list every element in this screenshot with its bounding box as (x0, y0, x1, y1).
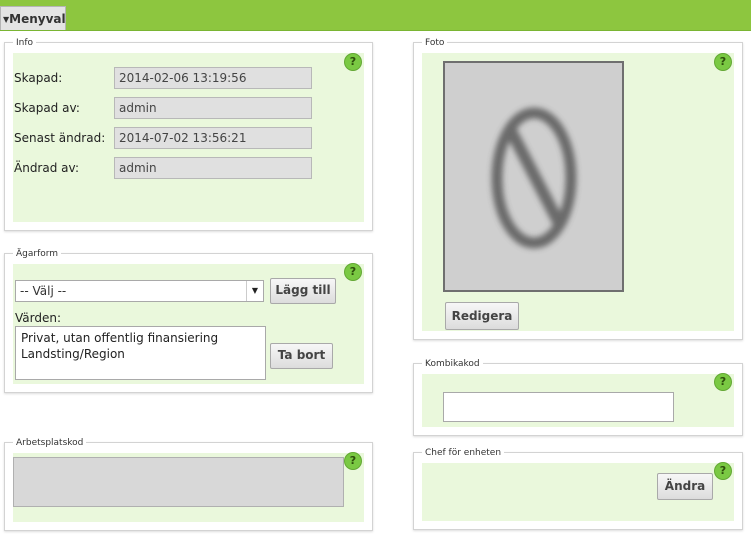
agarform-legend: Ägarform (13, 248, 62, 260)
help-icon[interactable]: ? (714, 53, 732, 71)
list-item[interactable]: Privat, utan offentlig finansiering (21, 330, 260, 346)
foto-legend: Foto (422, 37, 448, 49)
list-item[interactable]: Landsting/Region (21, 346, 260, 362)
menu-label: Menyval (9, 12, 66, 26)
created-by-field: admin (114, 97, 312, 119)
agarform-select-value: -- Välj -- (20, 284, 67, 298)
change-chef-button[interactable]: Ändra (657, 473, 713, 500)
agarform-select[interactable]: -- Välj -- ▼ (15, 280, 264, 302)
kombikakod-panel: Kombikakod ? (413, 358, 743, 436)
chef-panel: Chef för enheten ? Ändra (413, 447, 743, 530)
help-icon[interactable]: ? (344, 53, 362, 71)
modified-by-label: Ändrad av: (14, 161, 79, 175)
chevron-down-icon[interactable]: ▼ (246, 281, 263, 301)
photo-frame (443, 61, 624, 292)
help-icon[interactable]: ? (344, 263, 362, 281)
created-by-label: Skapad av: (14, 101, 80, 115)
created-label: Skapad: (14, 71, 63, 85)
no-photo-icon (491, 107, 577, 249)
agarform-panel: Ägarform ? -- Välj -- ▼ Lägg till Värden… (4, 248, 373, 393)
help-icon[interactable]: ? (714, 373, 732, 391)
modified-field: 2014-07-02 13:56:21 (114, 127, 312, 149)
kombikakod-legend: Kombikakod (422, 358, 483, 370)
info-panel: Info ? Skapad: 2014-02-06 13:19:56 Skapa… (4, 37, 373, 231)
menu-button[interactable]: ▼Menyval (0, 6, 66, 30)
chef-legend: Chef för enheten (422, 447, 505, 459)
arbetsplatskod-field (13, 457, 344, 507)
arbetsplatskod-legend: Arbetsplatskod (13, 437, 87, 449)
edit-photo-button[interactable]: Redigera (445, 302, 519, 330)
values-listbox[interactable]: Privat, utan offentlig finansiering Land… (15, 326, 266, 380)
kombikakod-input[interactable] (443, 392, 674, 422)
values-label: Värden: (15, 311, 62, 325)
arbetsplatskod-panel: Arbetsplatskod ? (4, 437, 373, 531)
top-bar: ▼Menyval (0, 0, 751, 31)
add-button[interactable]: Lägg till (270, 278, 336, 304)
help-icon[interactable]: ? (344, 452, 362, 470)
modified-by-field: admin (114, 157, 312, 179)
foto-panel: Foto ? Redigera (413, 37, 743, 340)
help-icon[interactable]: ? (714, 462, 732, 480)
info-legend: Info (13, 37, 37, 49)
remove-button[interactable]: Ta bort (270, 343, 333, 369)
modified-label: Senast ändrad: (14, 131, 106, 145)
created-field: 2014-02-06 13:19:56 (114, 67, 312, 89)
